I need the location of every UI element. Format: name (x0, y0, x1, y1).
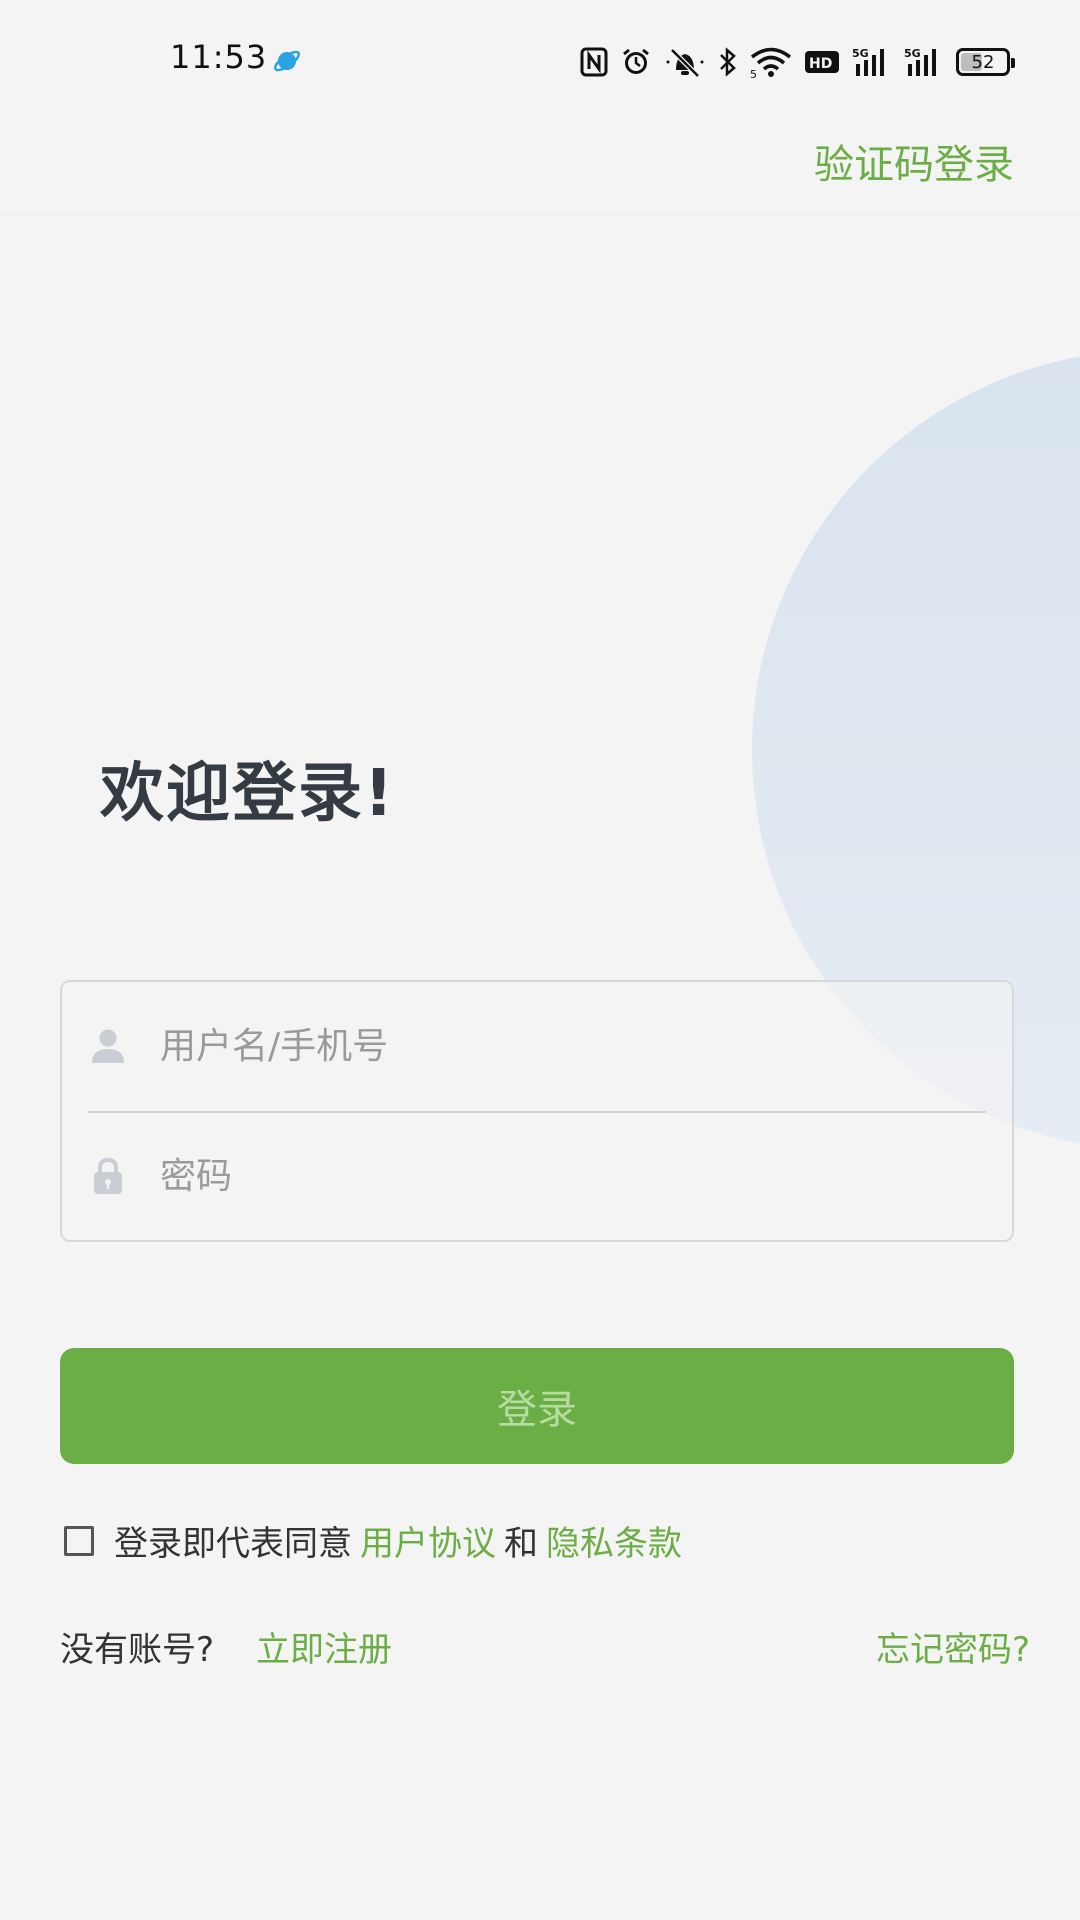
register-link[interactable]: 立即注册 (256, 1622, 392, 1671)
battery-level: 52 (971, 51, 995, 73)
nfc-icon (580, 45, 608, 79)
login-screen: 11:53 5 HD 5G 5G 52 验证码登录 欢迎登录! 用户名/手机号 … (0, 0, 1080, 1920)
forgot-password-link[interactable]: 忘记密码? (876, 1622, 1030, 1671)
agreement-row: 登录即代表同意 用户协议 和 隐私条款 (64, 1516, 690, 1565)
wifi-sub-label: 5 (750, 68, 757, 78)
top-bar: 验证码登录 (0, 110, 1080, 215)
status-bar: 11:53 5 HD 5G 5G 52 (0, 0, 1080, 110)
agreement-prefix: 登录即代表同意 (114, 1524, 352, 1564)
mute-bell-icon (664, 45, 706, 79)
network-label-1: 5G (852, 47, 869, 60)
password-row (62, 1112, 1012, 1240)
no-account-text: 没有账号? (60, 1630, 215, 1670)
login-form (60, 980, 1014, 1242)
agreement-and: 和 (504, 1524, 538, 1564)
wifi-icon: 5 (750, 45, 792, 79)
status-icons: 5 HD 5G 5G 52 (580, 44, 1015, 80)
password-input[interactable] (158, 1154, 942, 1198)
status-time: 11:53 (170, 38, 268, 76)
sms-login-link[interactable]: 验证码登录 (814, 132, 1014, 190)
username-row (62, 982, 1012, 1110)
signal-5g-icon-1: 5G (852, 45, 892, 79)
privacy-policy-link[interactable]: 隐私条款 (546, 1516, 682, 1565)
planet-app-icon (273, 50, 301, 72)
login-button[interactable]: 登录 (60, 1348, 1014, 1464)
network-label-2: 5G (904, 47, 921, 60)
bluetooth-icon (718, 45, 738, 79)
welcome-title: 欢迎登录! (100, 757, 396, 831)
hd-label: HD (809, 56, 832, 72)
alarm-icon (620, 45, 652, 79)
username-input[interactable] (158, 1024, 942, 1068)
agreement-checkbox[interactable] (64, 1525, 94, 1556)
lock-icon (88, 1156, 128, 1196)
user-agreement-link[interactable]: 用户协议 (360, 1516, 496, 1565)
battery-indicator: 52 (956, 48, 1015, 76)
signal-5g-icon-2: 5G (904, 45, 944, 79)
user-icon (88, 1026, 128, 1066)
battery-icon: 52 (956, 45, 1015, 79)
hd-icon: HD (804, 45, 840, 79)
